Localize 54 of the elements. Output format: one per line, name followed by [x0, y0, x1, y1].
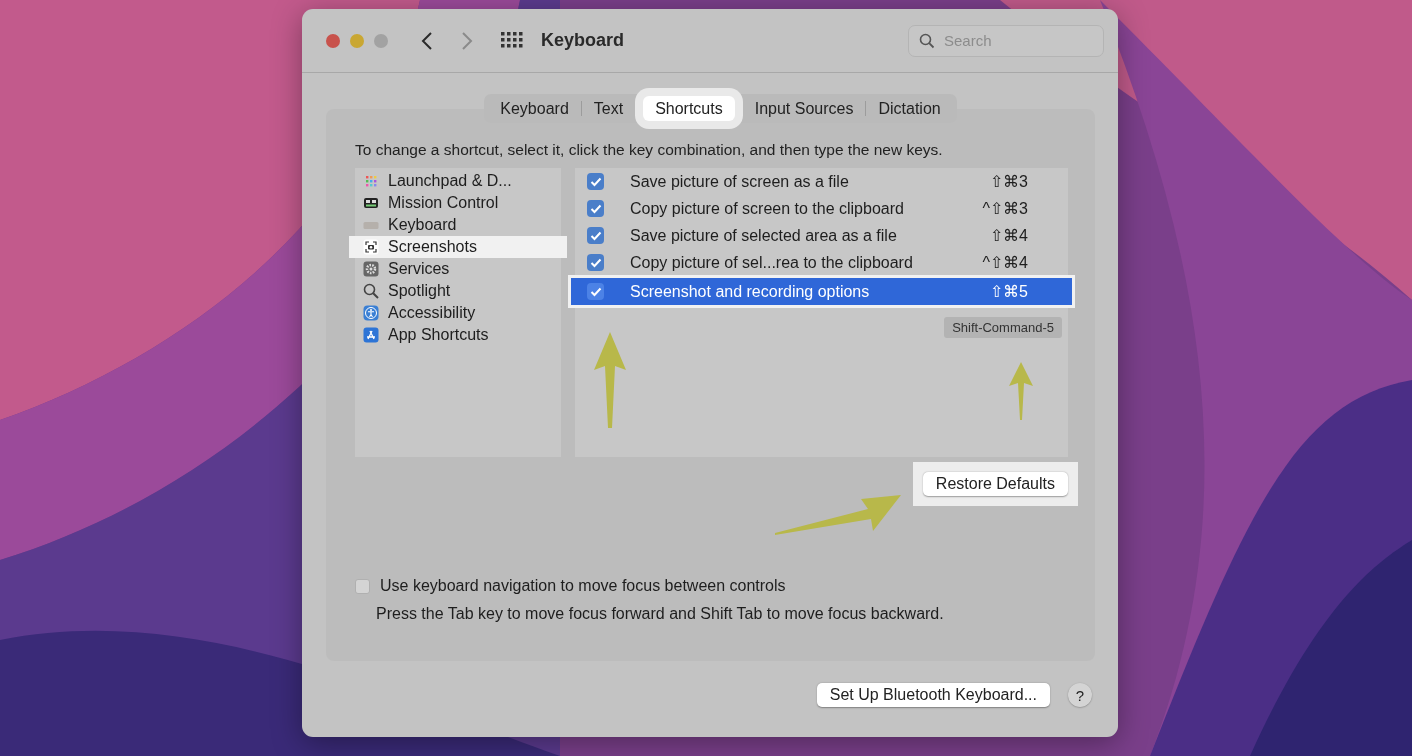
shortcut-label: Screenshot and recording options — [630, 282, 870, 301]
shortcut-row[interactable]: Save picture of screen as a file ⇧⌘3 — [575, 168, 1068, 195]
tab[interactable]: Dictation — [866, 96, 953, 121]
shortcut-row[interactable]: Copy picture of screen to the clipboard ^⇧⌘3 — [575, 195, 1068, 222]
tooltip: Shift-Command-5 — [944, 317, 1062, 338]
magnifier-icon — [363, 283, 379, 299]
checkbox[interactable] — [587, 200, 604, 217]
category-item[interactable]: Keyboard — [355, 214, 561, 236]
tab[interactable]: Keyboard — [488, 96, 581, 121]
window-title: Keyboard — [541, 30, 625, 51]
category-item[interactable]: Mission Control — [355, 192, 561, 214]
checkbox[interactable] — [587, 254, 604, 271]
annotation-arrow — [1006, 360, 1036, 422]
key-combination: ⇧⌘5 — [990, 282, 1028, 301]
key-combination: ^⇧⌘3 — [982, 199, 1028, 218]
category-item[interactable]: Spotlight — [355, 280, 561, 302]
shortcut-row[interactable]: Save picture of selected area as a file ⇧⌘4 — [575, 222, 1068, 249]
screenshot-icon — [363, 239, 379, 255]
shortcut-label: Save picture of screen as a file — [630, 172, 849, 191]
shortcut-row[interactable]: Screenshot and recording options ⇧⌘5 — [571, 278, 1072, 305]
checkbox-label: Use keyboard navigation to move focus between controls — [380, 577, 786, 595]
hint-text: Press the Tab key to move focus forward and Shift Tab to move focus backward. — [376, 605, 945, 623]
gear-icon — [363, 261, 379, 277]
key-combination: ⇧⌘3 — [990, 172, 1028, 191]
shortcut-row[interactable]: Copy picture of sel...rea to the clipboard ^⇧⌘4 — [575, 249, 1068, 276]
checkbox[interactable] — [587, 227, 604, 244]
app-store-icon — [363, 327, 379, 343]
shortcut-label: Save picture of selected area as a file — [630, 226, 897, 245]
key-combination: ⇧⌘4 — [990, 226, 1028, 245]
category-item[interactable]: App Shortcuts — [355, 324, 561, 346]
shortcut-label: Copy picture of screen to the clipboard — [630, 199, 904, 218]
checkbox[interactable] — [587, 173, 604, 190]
help-button[interactable]: ? — [1068, 683, 1092, 707]
key-combination: ^⇧⌘4 — [982, 253, 1028, 272]
category-item[interactable]: Accessibility — [355, 302, 561, 324]
accessibility-icon — [363, 305, 379, 321]
windows-icon — [363, 195, 379, 211]
back-icon[interactable] — [421, 30, 433, 51]
category-item[interactable]: Launchpad & D... — [355, 170, 561, 192]
category-item[interactable]: Screenshots — [349, 236, 567, 258]
checkbox[interactable] — [355, 578, 370, 594]
search-field[interactable]: Search — [908, 24, 1104, 57]
grid-icon[interactable] — [501, 31, 523, 50]
close-button[interactable] — [326, 33, 340, 48]
instruction-text: To change a shortcut, select it, click the key combination, and then type the new keys. — [355, 141, 944, 159]
bluetooth-keyboard-button[interactable]: Set Up Bluetooth Keyboard... — [816, 683, 1050, 707]
shortcut-label: Copy picture of sel...rea to the clipboard — [630, 253, 913, 272]
category-item[interactable]: Services — [355, 258, 561, 280]
tab[interactable]: Text — [581, 96, 636, 121]
tab[interactable]: Input Sources — [742, 96, 866, 121]
checkbox[interactable] — [587, 283, 604, 300]
restore-defaults-button[interactable]: Restore Defaults — [922, 472, 1068, 496]
search-icon — [919, 32, 935, 49]
launchpad-icon — [363, 173, 379, 189]
